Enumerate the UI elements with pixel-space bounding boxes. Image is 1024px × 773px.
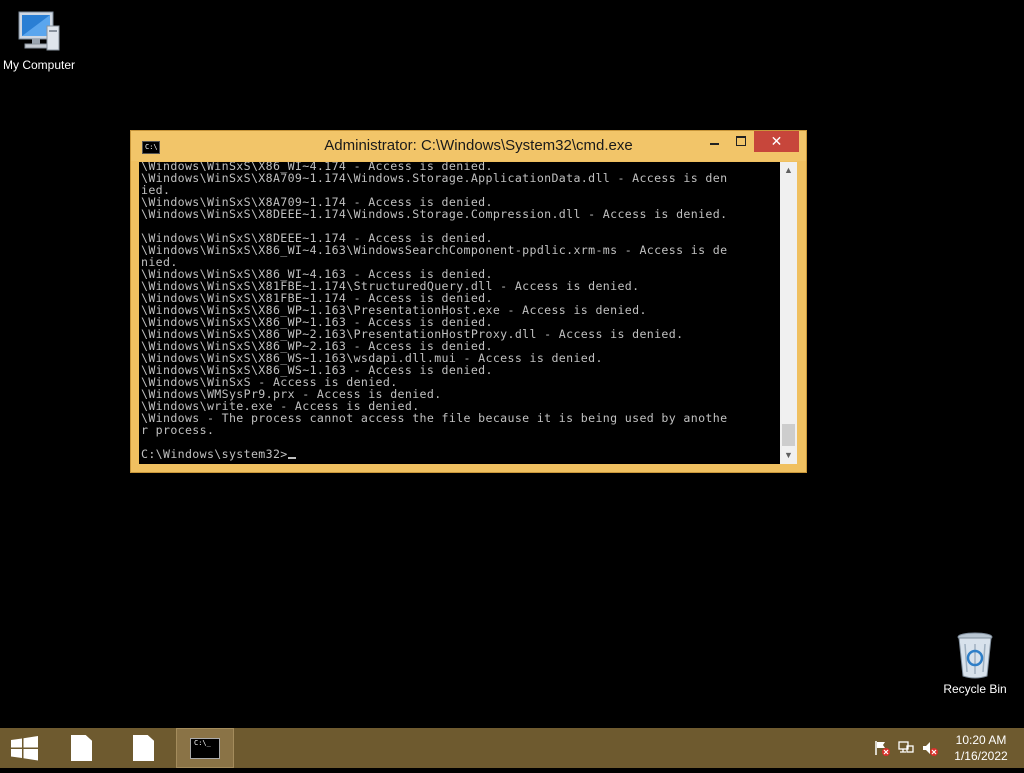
taskbar-item-document-1[interactable] (52, 728, 110, 768)
document-icon (133, 735, 154, 761)
flag-icon[interactable] (874, 740, 890, 756)
start-icon (11, 736, 38, 761)
desktop: My Computer Recycle Bin C:\ Administrato… (0, 0, 1024, 728)
computer-icon (18, 11, 60, 51)
cmd-icon: C:\_ (190, 738, 220, 759)
console-text: \Windows\WinSxS\X86_WI~4.174 - Access is… (141, 162, 727, 460)
document-icon (71, 735, 92, 761)
clock-date: 1/16/2022 (954, 749, 1008, 763)
start-button[interactable] (0, 728, 48, 768)
desktop-icon-label: My Computer (2, 58, 76, 72)
taskbar-item-document-2[interactable] (114, 728, 172, 768)
scroll-up-arrow-icon[interactable]: ▲ (780, 162, 797, 179)
system-clock[interactable]: 10:20 AM 1/16/2022 (946, 732, 1016, 764)
cmd-window[interactable]: C:\ Administrator: C:\Windows\System32\c… (130, 130, 807, 473)
command-prompt: C:\Windows\system32> (141, 447, 288, 461)
taskbar-item-cmd[interactable]: C:\_ (176, 728, 234, 768)
recycle-bin-icon (957, 632, 993, 679)
taskbar: C:\_ 10:20 AM 1/16/2022 (0, 728, 1024, 768)
recycle-bin-shortcut[interactable]: Recycle Bin (933, 630, 1017, 696)
text-cursor (287, 457, 296, 459)
desktop-icon-label: Recycle Bin (943, 682, 1007, 696)
scroll-down-arrow-icon[interactable]: ▼ (780, 447, 797, 464)
scroll-thumb[interactable] (782, 424, 795, 446)
maximize-icon (736, 136, 746, 146)
clock-time: 10:20 AM (955, 733, 1007, 747)
minimize-icon (710, 143, 719, 145)
vertical-scrollbar[interactable]: ▲ ▼ (780, 162, 797, 464)
volume-muted-icon[interactable] (922, 740, 938, 756)
network-icon[interactable] (898, 740, 914, 756)
close-button[interactable]: ✕ (754, 131, 799, 152)
console-output[interactable]: \Windows\WinSxS\X86_WI~4.174 - Access is… (139, 162, 780, 464)
maximize-button[interactable] (728, 131, 754, 152)
my-computer-shortcut[interactable]: My Computer (0, 8, 81, 72)
console-lines: \Windows\WinSxS\X86_WI~4.174 - Access is… (141, 162, 728, 437)
close-icon: ✕ (770, 133, 783, 149)
title-bar[interactable]: C:\ Administrator: C:\Windows\System32\c… (131, 131, 806, 161)
minimize-button[interactable] (701, 131, 728, 152)
